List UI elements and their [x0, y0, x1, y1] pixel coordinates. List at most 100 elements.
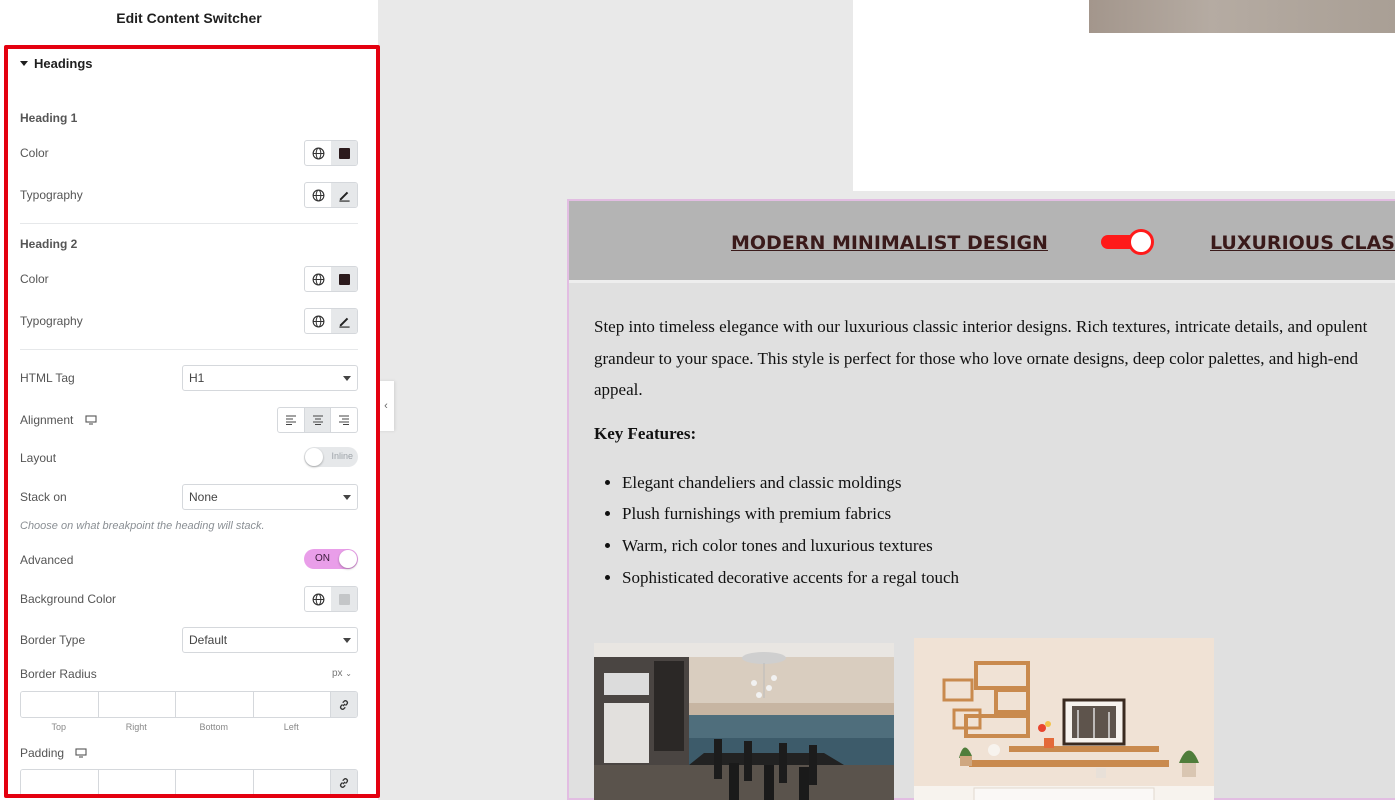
alignment-row: Alignment [20, 407, 358, 433]
panel-title: Edit Content Switcher [116, 10, 262, 26]
content-switch-toggle[interactable] [1101, 229, 1155, 255]
heading2-typography-edit-button[interactable] [331, 309, 357, 333]
stack-on-select[interactable]: None [182, 484, 358, 510]
intro-line: Step into timeless elegance with our lux… [594, 317, 1368, 336]
headings-section-toggle[interactable]: Headings [20, 56, 93, 71]
heading1-title: Heading 1 [20, 111, 78, 125]
border-radius-left-input[interactable] [253, 692, 331, 717]
border-type-row: Border Type Default [20, 627, 358, 653]
chevron-left-icon: ‹ [384, 400, 388, 412]
units-select[interactable]: px ⌄ [332, 661, 352, 687]
heading1-color-row: Color [20, 140, 358, 166]
heading1-typography-edit-button[interactable] [331, 183, 357, 207]
global-colors-button[interactable] [305, 141, 331, 165]
primary-heading[interactable]: MODERN MINIMALIST DESIGN [731, 232, 1048, 254]
align-right-icon [339, 415, 350, 425]
border-radius-right-input[interactable] [98, 692, 176, 717]
switcher-content: Step into timeless elegance with our lux… [594, 311, 1395, 593]
align-center-button[interactable] [304, 408, 332, 432]
padding-label: Padding [20, 740, 87, 766]
content-switcher-widget[interactable]: MODERN MINIMALIST DESIGN LUXURIOUS CLAS S… [567, 199, 1395, 800]
global-typography-button[interactable] [305, 183, 331, 207]
heading2-title: Heading 2 [20, 237, 78, 251]
heading2-color-swatch-button[interactable] [331, 267, 357, 291]
alignment-label: Alignment [20, 407, 97, 433]
field-label-bottom: Bottom [199, 722, 228, 732]
align-left-button[interactable] [278, 408, 305, 432]
global-colors-button[interactable] [305, 267, 331, 291]
living-room-image [914, 638, 1214, 800]
heading2-group: Heading 2 [20, 237, 358, 251]
html-tag-select[interactable]: H1 [182, 365, 358, 391]
padding-inputs [20, 769, 358, 796]
globe-icon [312, 315, 324, 327]
heading1-color-label: Color [20, 146, 49, 160]
toggle-knob [305, 448, 323, 466]
editor-panel: Edit Content Switcher Headings Heading 1… [0, 0, 380, 800]
border-radius-bottom-input[interactable] [176, 692, 254, 717]
stack-on-row: Stack on None [20, 484, 358, 510]
border-radius-row: Border Radius px ⌄ [20, 661, 358, 687]
advanced-label: Advanced [20, 553, 74, 567]
divider [20, 223, 358, 224]
divider [20, 349, 358, 350]
list-item: Plush furnishings with premium fabrics [622, 498, 1395, 530]
heading1-typography-row: Typography [20, 182, 358, 208]
link-values-button[interactable] [331, 692, 357, 717]
global-typography-button[interactable] [305, 309, 331, 333]
padding-left-input[interactable] [253, 770, 331, 795]
heading2-color-control [304, 266, 358, 292]
globe-icon [312, 189, 324, 201]
layout-toggle-text: Inline [331, 451, 353, 461]
toggle-knob [339, 550, 357, 568]
advanced-row: Advanced ON [20, 547, 358, 573]
desktop-icon[interactable] [85, 415, 97, 425]
chevron-down-icon [343, 638, 351, 643]
align-center-icon [312, 415, 323, 425]
html-tag-row: HTML Tag H1 [20, 365, 358, 391]
global-colors-button[interactable] [305, 587, 331, 611]
list-item: Warm, rich color tones and luxurious tex… [622, 530, 1395, 562]
alignment-label-text: Alignment [20, 413, 74, 427]
heading1-color-control [304, 140, 358, 166]
heading1-color-swatch-button[interactable] [331, 141, 357, 165]
dining-room-illustration [594, 643, 894, 800]
advanced-toggle[interactable]: ON [304, 549, 358, 569]
border-radius-label: Border Radius [20, 667, 97, 681]
heading2-color-row: Color [20, 266, 358, 292]
preview-image-strip [1089, 0, 1395, 33]
padding-row: Padding [20, 740, 358, 766]
secondary-heading[interactable]: LUXURIOUS CLASSIC [1210, 232, 1395, 254]
border-type-label: Border Type [20, 633, 86, 647]
padding-top-input[interactable] [21, 770, 99, 795]
features-list: Elegant chandeliers and classic moldings… [594, 467, 1395, 594]
heading2-color-label: Color [20, 272, 49, 286]
layout-row: Layout Inline [20, 445, 358, 471]
stack-on-label: Stack on [20, 490, 67, 504]
collapse-panel-button[interactable]: ‹ [378, 381, 394, 431]
key-features-title: Key Features: [594, 423, 697, 443]
border-radius-field-labels: Top Right Bottom Left [20, 722, 330, 732]
list-item: Elegant chandeliers and classic moldings [622, 467, 1395, 499]
switch-knob [1128, 229, 1154, 255]
desktop-icon[interactable] [75, 748, 87, 758]
padding-bottom-input[interactable] [176, 770, 254, 795]
field-label-top: Top [51, 722, 66, 732]
layout-toggle[interactable]: Inline [304, 447, 358, 467]
globe-icon [312, 147, 324, 159]
advanced-toggle-text: ON [315, 553, 330, 564]
background-color-swatch-button[interactable] [331, 587, 357, 611]
globe-icon [312, 593, 324, 605]
background-color-row: Background Color [20, 586, 358, 612]
link-values-button[interactable] [331, 770, 357, 795]
chevron-down-icon: ⌄ [345, 669, 352, 678]
caret-down-icon [20, 61, 28, 66]
align-right-button[interactable] [331, 408, 357, 432]
border-type-select[interactable]: Default [182, 627, 358, 653]
field-label-right: Right [125, 722, 147, 732]
padding-right-input[interactable] [98, 770, 176, 795]
dining-room-image [594, 643, 894, 800]
html-tag-value: H1 [189, 371, 205, 385]
pencil-icon [338, 317, 350, 328]
border-radius-top-input[interactable] [21, 692, 99, 717]
